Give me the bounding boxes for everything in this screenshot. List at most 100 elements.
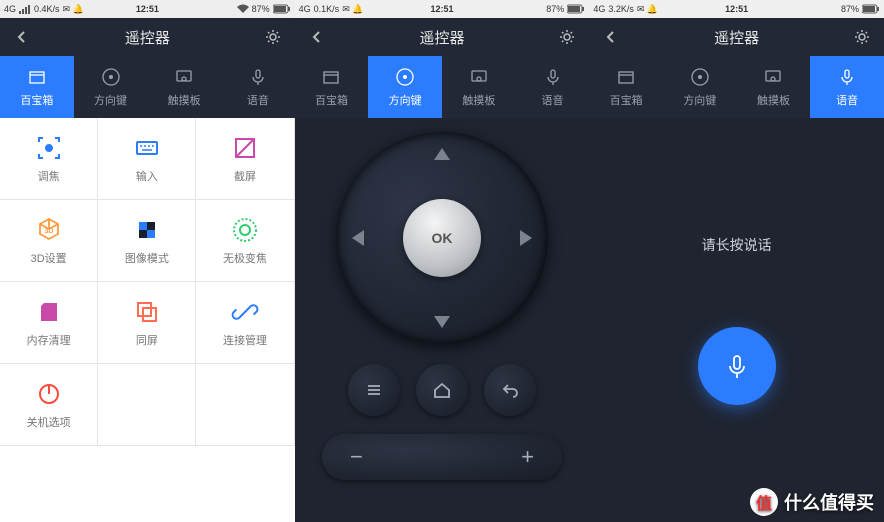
- gear-icon[interactable]: [557, 27, 577, 47]
- voice-prompt: 请长按说话: [702, 235, 772, 255]
- gear-icon[interactable]: [263, 27, 283, 47]
- status-icons: ✉ 🔔: [63, 4, 84, 15]
- cell-label: 调焦: [38, 168, 60, 184]
- tab-voice[interactable]: 语音: [810, 56, 884, 118]
- cell-3d[interactable]: 3D 3D设置: [0, 200, 98, 282]
- header: 遥控器: [295, 18, 590, 56]
- touchpad-icon: [173, 66, 195, 88]
- cell-focus[interactable]: 调焦: [0, 118, 98, 200]
- dpad-up[interactable]: [434, 148, 450, 160]
- net-speed: 3.2K/s: [608, 4, 634, 14]
- mic-button[interactable]: [698, 327, 776, 405]
- battery-icon: [862, 4, 880, 14]
- cell-zoom[interactable]: 无极变焦: [196, 200, 294, 282]
- back-icon[interactable]: [307, 27, 327, 47]
- cell-label: 关机选项: [27, 414, 71, 430]
- tab-baibaoxiang[interactable]: 百宝箱: [589, 56, 663, 118]
- cell-image-mode[interactable]: 图像模式: [98, 200, 196, 282]
- back-icon[interactable]: [12, 27, 32, 47]
- cell-label: 同屏: [136, 332, 158, 348]
- box-icon: [26, 66, 48, 88]
- battery-pct: 87%: [252, 4, 270, 14]
- wifi-icon: [237, 4, 249, 14]
- cell-label: 截屏: [234, 168, 256, 184]
- dpad-right[interactable]: [520, 230, 532, 246]
- tab-touchpad[interactable]: 触摸板: [147, 56, 221, 118]
- crop-icon: [231, 134, 259, 162]
- network-type: 4G: [593, 4, 605, 14]
- function-row: [348, 364, 536, 416]
- box-icon: [615, 66, 637, 88]
- volume-bar: − +: [322, 434, 562, 480]
- dpad-area: OK − +: [295, 118, 590, 480]
- back-button[interactable]: [484, 364, 536, 416]
- screen-baibaoxiang: 4G 0.4K/s ✉ 🔔 12:51 87% 遥控器 百宝箱 方向键 触摸板: [0, 0, 295, 522]
- tab-baibaoxiang[interactable]: 百宝箱: [0, 56, 74, 118]
- dpad-down[interactable]: [434, 316, 450, 328]
- dpad: OK: [336, 132, 548, 344]
- clock: 12:51: [430, 4, 453, 14]
- signal-icon: [19, 4, 31, 14]
- keyboard-icon: [133, 134, 161, 162]
- cell-input[interactable]: 输入: [98, 118, 196, 200]
- cell-screenshot[interactable]: 截屏: [196, 118, 294, 200]
- cell-label: 无极变焦: [223, 250, 267, 266]
- battery-pct: 87%: [841, 4, 859, 14]
- status-icons: ✉ 🔔: [637, 4, 658, 15]
- back-icon[interactable]: [601, 27, 621, 47]
- power-icon: [35, 380, 63, 408]
- page-title: 遥控器: [327, 27, 558, 48]
- tabs: 百宝箱 方向键 触摸板 语音: [589, 56, 884, 118]
- mic-icon: [836, 66, 858, 88]
- tab-label: 语音: [247, 92, 269, 108]
- gear-icon[interactable]: [852, 27, 872, 47]
- network-type: 4G: [4, 4, 16, 14]
- volume-plus[interactable]: +: [521, 444, 534, 470]
- box-icon: [320, 66, 342, 88]
- tab-baibaoxiang[interactable]: 百宝箱: [295, 56, 369, 118]
- cell-label: 3D设置: [31, 250, 67, 266]
- tab-voice[interactable]: 语音: [516, 56, 590, 118]
- screen-voice: 4G3.2K/s✉ 🔔 12:51 87% 遥控器 百宝箱 方向键 触摸板 语音…: [589, 0, 884, 522]
- ok-button[interactable]: OK: [403, 199, 481, 277]
- menu-button[interactable]: [348, 364, 400, 416]
- cell-mirror[interactable]: 同屏: [98, 282, 196, 364]
- page-title: 遥控器: [621, 27, 852, 48]
- svg-text:3D: 3D: [44, 228, 53, 235]
- battery-icon: [567, 4, 585, 14]
- tab-voice[interactable]: 语音: [221, 56, 295, 118]
- volume-minus[interactable]: −: [350, 444, 363, 470]
- header: 遥控器: [0, 18, 295, 56]
- home-button[interactable]: [416, 364, 468, 416]
- focus-icon: [35, 134, 63, 162]
- dpad-left[interactable]: [352, 230, 364, 246]
- cell-empty: [196, 364, 294, 446]
- screen-dpad: 4G0.1K/s✉ 🔔 12:51 87% 遥控器 百宝箱 方向键 触摸板 语音…: [295, 0, 590, 522]
- header: 遥控器: [589, 18, 884, 56]
- tab-dpad[interactable]: 方向键: [368, 56, 442, 118]
- cell-label: 图像模式: [125, 250, 169, 266]
- clock: 12:51: [725, 4, 748, 14]
- sdcard-icon: [35, 298, 63, 326]
- cube-3d-icon: 3D: [35, 216, 63, 244]
- tab-label: 语音: [542, 92, 564, 108]
- link-icon: [231, 298, 259, 326]
- net-speed: 0.1K/s: [314, 4, 340, 14]
- cell-label: 连接管理: [223, 332, 267, 348]
- tab-dpad[interactable]: 方向键: [663, 56, 737, 118]
- status-bar: 4G3.2K/s✉ 🔔 12:51 87%: [589, 0, 884, 18]
- tab-touchpad[interactable]: 触摸板: [442, 56, 516, 118]
- net-speed: 0.4K/s: [34, 4, 60, 14]
- tab-label: 百宝箱: [20, 92, 53, 108]
- cell-memory[interactable]: 内存清理: [0, 282, 98, 364]
- status-icons: ✉ 🔔: [342, 4, 363, 15]
- tab-dpad[interactable]: 方向键: [74, 56, 148, 118]
- tab-touchpad[interactable]: 触摸板: [737, 56, 811, 118]
- page-title: 遥控器: [32, 27, 263, 48]
- tab-label: 触摸板: [757, 92, 790, 108]
- tab-label: 触摸板: [462, 92, 495, 108]
- cell-empty: [98, 364, 196, 446]
- cell-connection[interactable]: 连接管理: [196, 282, 294, 364]
- clock: 12:51: [136, 4, 159, 14]
- cell-power[interactable]: 关机选项: [0, 364, 98, 446]
